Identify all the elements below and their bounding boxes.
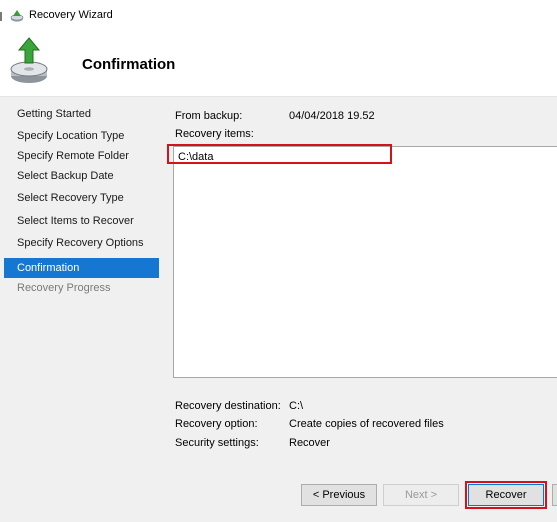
step-select-items-to-recover[interactable]: Select Items to Recover <box>4 211 159 231</box>
recovery-option-label: Recovery option: <box>175 418 258 430</box>
recovery-option-value: Create copies of recovered files <box>289 418 444 430</box>
step-recovery-progress: Recovery Progress <box>17 282 111 294</box>
window-title: Recovery Wizard <box>29 9 113 21</box>
step-specify-location-type[interactable]: Specify Location Type <box>4 126 159 146</box>
wizard-steps-sidebar: Getting Started Specify Location Type Sp… <box>0 97 161 522</box>
list-item[interactable]: C:\data <box>178 151 213 163</box>
step-specify-recovery-options[interactable]: Specify Recovery Options <box>4 233 159 253</box>
step-specify-remote-folder[interactable]: Specify Remote Folder <box>4 146 159 166</box>
recovery-items-label: Recovery items: <box>175 128 254 140</box>
wizard-header: Confirmation <box>0 30 557 97</box>
recovery-items-list[interactable]: C:\data <box>173 146 557 378</box>
previous-button[interactable]: < Previous <box>301 484 377 506</box>
step-confirmation[interactable]: Confirmation <box>4 258 159 278</box>
step-select-recovery-type[interactable]: Select Recovery Type <box>4 188 159 208</box>
wizard-app-icon <box>10 10 24 22</box>
security-settings-value: Recover <box>289 437 330 449</box>
step-select-backup-date[interactable]: Select Backup Date <box>4 166 159 186</box>
from-backup-label: From backup: <box>175 110 243 122</box>
title-bar: Recovery Wizard <box>0 0 557 30</box>
page-title: Confirmation <box>82 56 176 73</box>
cancel-button-partial[interactable] <box>552 484 557 506</box>
window-edge <box>0 12 2 21</box>
recover-button[interactable]: Recover <box>468 484 544 506</box>
recovery-destination-label: Recovery destination: <box>175 400 281 412</box>
from-backup-value: 04/04/2018 19.52 <box>289 110 375 122</box>
security-settings-label: Security settings: <box>175 437 259 449</box>
next-button[interactable]: Next > <box>383 484 459 506</box>
backup-disk-icon <box>10 37 48 83</box>
recovery-destination-value: C:\ <box>289 400 304 412</box>
step-getting-started[interactable]: Getting Started <box>4 104 159 124</box>
